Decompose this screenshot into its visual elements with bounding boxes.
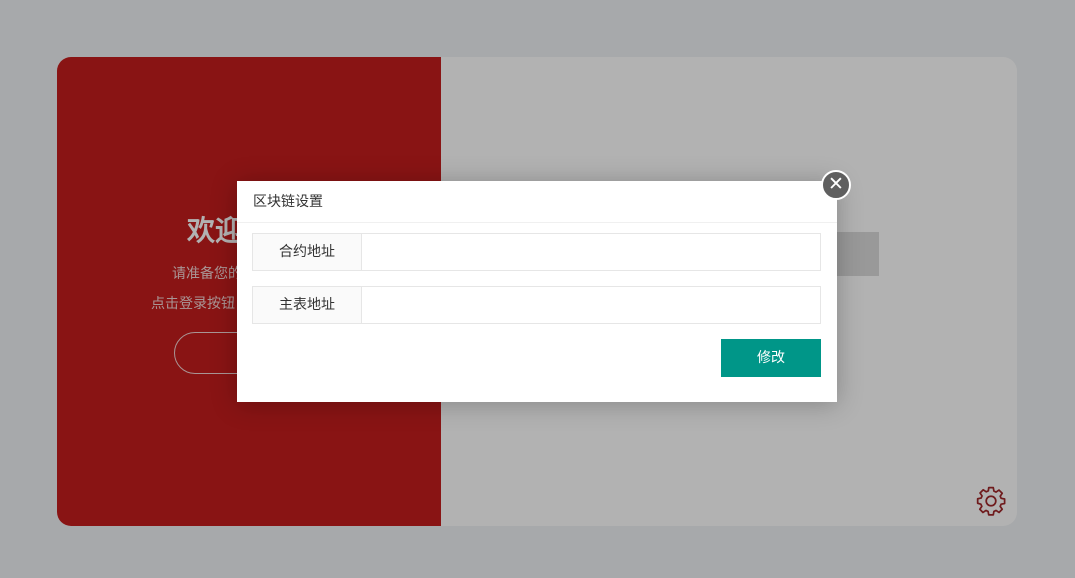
contract-address-row: 合约地址 (252, 233, 821, 271)
contract-address-input[interactable] (362, 234, 820, 270)
dialog-title: 区块链设置 (237, 181, 837, 223)
main-table-address-input[interactable] (362, 287, 820, 323)
contract-address-label: 合约地址 (253, 234, 362, 270)
modify-button[interactable]: 修改 (721, 339, 821, 377)
main-table-address-row: 主表地址 (252, 286, 821, 324)
close-icon[interactable]: ✕ (821, 170, 851, 200)
blockchain-settings-dialog: 区块链设置 ✕ 合约地址 主表地址 修改 (237, 170, 851, 402)
main-table-address-label: 主表地址 (253, 287, 362, 323)
